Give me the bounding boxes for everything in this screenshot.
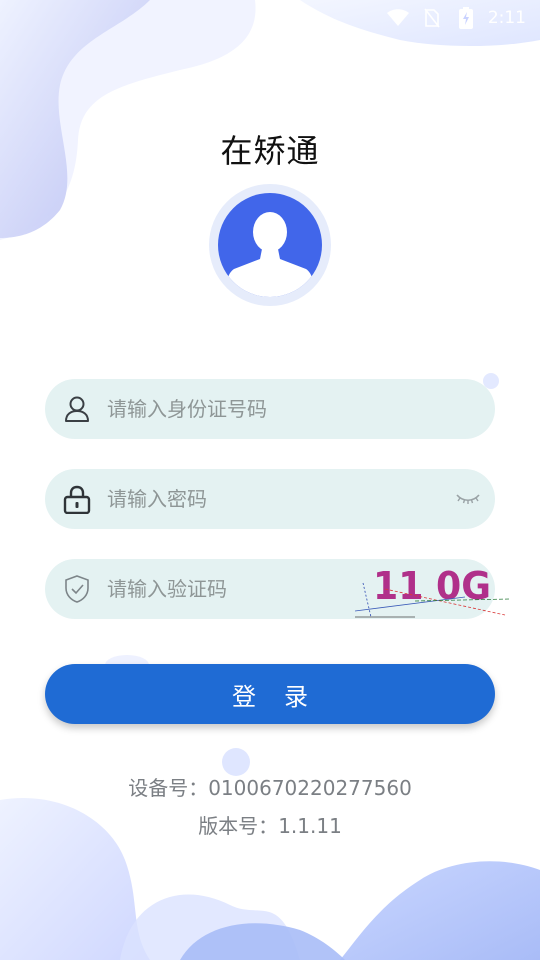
device-number-value: 0100670220277560 — [208, 776, 412, 800]
id-number-input[interactable] — [107, 379, 387, 439]
device-number-label: 设备号： — [128, 776, 209, 800]
version-number-label: 版本号： — [198, 814, 279, 838]
eye-closed-icon[interactable] — [455, 487, 481, 511]
status-bar: 2:11 — [0, 0, 540, 36]
captcha-image[interactable]: 11 0G — [355, 559, 515, 619]
wifi-icon — [386, 6, 410, 30]
status-time: 2:11 — [487, 8, 526, 28]
password-field[interactable] — [45, 469, 495, 529]
avatar-person-icon — [218, 193, 322, 297]
captcha-input[interactable] — [107, 559, 387, 619]
user-icon — [62, 394, 92, 424]
id-number-field[interactable] — [45, 379, 495, 439]
captcha-field[interactable]: 11 0G — [45, 559, 511, 619]
avatar — [209, 184, 331, 306]
shield-check-icon — [62, 574, 92, 604]
password-input[interactable] — [107, 469, 387, 529]
login-button[interactable]: 登录 — [45, 664, 495, 724]
no-sim-icon — [420, 6, 444, 30]
version-number-value: 1.1.11 — [278, 814, 342, 838]
battery-charging-icon — [454, 6, 478, 30]
app-title: 在矫通 — [220, 132, 320, 170]
version-number: 版本号：1.1.11 — [0, 810, 540, 839]
device-number: 设备号：0100670220277560 — [0, 772, 540, 801]
lock-icon — [62, 484, 92, 515]
